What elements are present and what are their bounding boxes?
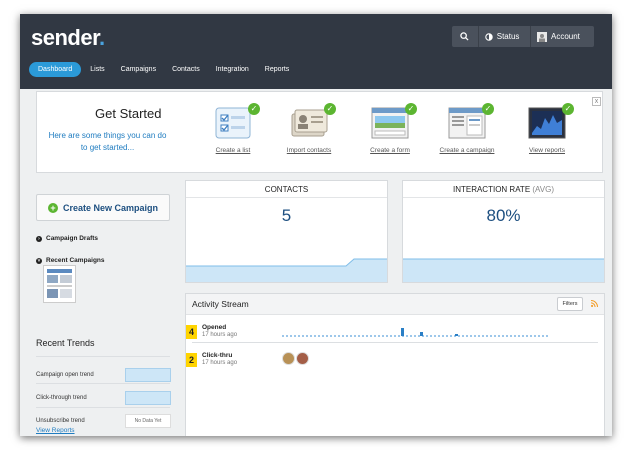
recent-trends-title: Recent Trends (36, 338, 95, 348)
step-label: Import contacts (286, 147, 332, 154)
trend-chart[interactable] (125, 368, 171, 382)
trend-chart[interactable] (125, 391, 171, 405)
checklist-icon: ✓ (214, 103, 260, 140)
nav-integration[interactable]: Integration (209, 62, 256, 77)
step-label: Create a list (215, 147, 251, 154)
trend-label: Campaign open trend (36, 372, 94, 378)
nav-lists[interactable]: Lists (83, 62, 111, 77)
interaction-rate-label: INTERACTION RATE (AVG) (403, 185, 604, 194)
nav-campaigns[interactable]: Campaigns (114, 62, 163, 77)
chevron-down-icon: ˅ (36, 257, 42, 264)
status-label: Status (496, 32, 520, 41)
divider (36, 356, 170, 357)
account-button[interactable]: Account (529, 26, 594, 47)
logo[interactable]: sender. (31, 25, 105, 51)
get-started-panel: Get Started Here are some things you can… (36, 91, 603, 173)
trend-row: Unsubscribe trend No Data Yet (36, 414, 171, 428)
interaction-avg-label: (AVG) (532, 185, 555, 194)
step-label: Create a form (370, 147, 410, 154)
divider (36, 383, 170, 384)
divider (192, 342, 598, 343)
contacts-label: CONTACTS (264, 185, 309, 194)
account-avatar-icon (536, 31, 547, 42)
contact-cards-icon: ✓ (290, 103, 336, 140)
contacts-sparkline (186, 258, 387, 282)
step-create-form[interactable]: ✓ Create a form (352, 103, 428, 154)
status-icon (485, 32, 493, 41)
search-button[interactable] (452, 26, 478, 47)
campaign-drafts-label: Campaign Drafts (46, 235, 99, 242)
recent-campaigns-toggle[interactable]: ˅ Recent Campaigns (36, 257, 105, 264)
activity-time: 17 hours ago (202, 360, 238, 366)
nav-reports[interactable]: Reports (258, 62, 297, 77)
activity-name: Click-thru (202, 352, 233, 359)
nav-dashboard[interactable]: Dashboard (29, 62, 82, 77)
trend-row: Click-through trend (36, 391, 171, 405)
main-nav: Dashboard Lists Campaigns Contacts Integ… (29, 62, 298, 77)
filters-button[interactable]: Filters (557, 297, 583, 311)
divider (36, 407, 170, 408)
activity-time: 17 hours ago (202, 332, 238, 338)
count-badge: 2 (186, 353, 197, 367)
search-icon (460, 32, 469, 41)
trend-label: Click-through trend (36, 395, 87, 401)
contacts-card: CONTACTS 5 (185, 180, 388, 283)
campaign-thumbnail[interactable] (43, 265, 76, 303)
count-badge: 4 (186, 325, 197, 339)
recent-campaigns-label: Recent Campaigns (46, 257, 105, 264)
rss-icon[interactable] (591, 300, 598, 307)
divider (186, 197, 387, 198)
form-window-icon: ✓ (371, 103, 417, 140)
top-header: sender. Status Account Dashboard Lists C… (20, 14, 612, 89)
plus-icon: + (47, 202, 58, 213)
step-import-contacts[interactable]: ✓ Import contacts (271, 103, 347, 154)
view-reports-link[interactable]: View Reports (36, 427, 75, 434)
logo-text: sender (31, 25, 99, 50)
trend-label: Unsubscribe trend (36, 418, 85, 424)
step-label: View reports (528, 147, 565, 154)
avatar[interactable] (296, 352, 309, 365)
divider (403, 197, 604, 198)
report-graph-icon: ✓ (528, 103, 574, 140)
chevron-right-icon: › (36, 235, 42, 242)
interaction-rate-title: INTERACTION RATE (452, 185, 531, 194)
interaction-rate-value: 80% (486, 206, 521, 225)
campaign-window-icon: ✓ (448, 103, 494, 140)
close-icon[interactable]: x (592, 97, 601, 106)
avatar[interactable] (282, 352, 295, 365)
nav-contacts[interactable]: Contacts (165, 62, 207, 77)
step-create-list[interactable]: ✓ Create a list (195, 103, 271, 154)
account-label: Account (550, 32, 580, 41)
activity-stream-title: Activity Stream (192, 299, 249, 309)
no-data-badge: No Data Yet (125, 414, 171, 428)
check-icon: ✓ (405, 103, 417, 115)
trend-row: Campaign open trend (36, 368, 171, 382)
check-icon: ✓ (248, 103, 260, 115)
opens-timeline-chart (282, 328, 550, 337)
create-campaign-button[interactable]: + Create New Campaign (36, 194, 170, 221)
interaction-sparkline (403, 258, 604, 282)
logo-dot: . (98, 25, 105, 50)
check-icon: ✓ (562, 103, 574, 115)
step-create-campaign[interactable]: ✓ Create a campaign (429, 103, 505, 154)
check-icon: ✓ (482, 103, 494, 115)
step-view-reports[interactable]: ✓ View reports (509, 103, 585, 154)
activity-stream-panel: Activity Stream Filters 4 Opened 17 hour… (185, 293, 605, 436)
get-started-title: Get Started (95, 106, 162, 121)
app-window: sender. Status Account Dashboard Lists C… (20, 14, 612, 436)
status-button[interactable]: Status (477, 26, 530, 47)
step-label: Create a campaign (439, 147, 495, 154)
dashboard-content: Get Started Here are some things you can… (20, 89, 612, 436)
campaign-drafts-toggle[interactable]: › Campaign Drafts (36, 235, 98, 242)
interaction-rate-card: INTERACTION RATE (AVG) 80% (402, 180, 605, 283)
activity-stream-header: Activity Stream Filters (186, 294, 604, 315)
contacts-value: 5 (281, 206, 292, 225)
activity-name: Opened (202, 324, 227, 331)
top-buttons: Status Account (452, 26, 594, 47)
check-icon: ✓ (324, 103, 336, 115)
create-campaign-label: Create New Campaign (62, 202, 159, 213)
get-started-subtitle: Here are some things you can do to get s… (48, 131, 167, 152)
